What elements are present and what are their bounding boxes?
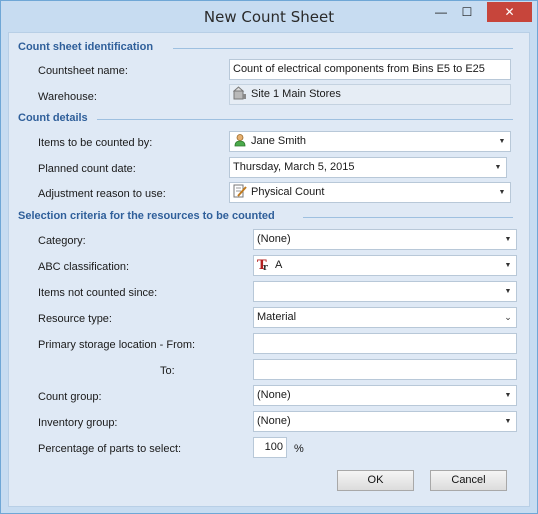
warehouse-field: Site 1 Main Stores (229, 84, 511, 105)
inventory-group-value: (None) (257, 415, 291, 427)
abc-classification-value: A (275, 259, 283, 271)
storage-from-input[interactable] (253, 333, 517, 354)
warehouse-label: Warehouse: (38, 91, 97, 103)
chevron-down-icon[interactable]: ▼ (490, 158, 506, 177)
chevron-down-icon[interactable]: ▼ (500, 282, 516, 301)
category-value: (None) (257, 233, 291, 245)
abc-classification-dropdown[interactable]: Tr A ▼ (253, 255, 517, 276)
section-heading-criteria: Selection criteria for the resources to … (18, 210, 275, 222)
abc-classification-label: ABC classification: (38, 261, 130, 273)
warehouse-icon (232, 86, 247, 100)
dialog-window: New Count Sheet — ☐ ✕ Count sheet identi… (0, 0, 538, 514)
storage-from-label: Primary storage location - From: (38, 339, 196, 351)
category-label: Category: (38, 235, 86, 247)
section-heading-identification: Count sheet identification (18, 41, 154, 53)
percentage-unit: % (294, 443, 304, 455)
chevron-down-icon[interactable]: ⌄ (500, 308, 516, 327)
count-date-label: Planned count date: (38, 163, 136, 175)
cancel-button[interactable]: Cancel (430, 470, 507, 491)
person-icon (233, 133, 247, 147)
abc-class-icon: Tr (257, 257, 271, 273)
close-button[interactable]: ✕ (487, 2, 532, 22)
document-pencil-icon (233, 184, 247, 198)
count-date-picker[interactable]: Thursday, March 5, 2015 ▼ (229, 157, 507, 178)
section-heading-details: Count details (18, 112, 88, 124)
warehouse-value: Site 1 Main Stores (251, 88, 341, 100)
ok-button[interactable]: OK (337, 470, 414, 491)
chevron-down-icon[interactable]: ▼ (500, 412, 516, 431)
countsheet-name-value: Count of electrical components from Bins… (233, 63, 485, 75)
adjustment-reason-value: Physical Count (251, 186, 325, 198)
not-counted-since-label: Items not counted since: (38, 287, 158, 299)
minimize-button[interactable]: — (431, 2, 451, 22)
count-group-value: (None) (257, 389, 291, 401)
maximize-button[interactable]: ☐ (457, 2, 477, 22)
chevron-down-icon[interactable]: ▼ (500, 386, 516, 405)
percentage-label: Percentage of parts to select: (38, 443, 182, 455)
resource-type-value: Material (257, 311, 297, 323)
count-group-label: Count group: (38, 391, 102, 403)
count-date-value: Thursday, March 5, 2015 (233, 161, 355, 173)
storage-to-input[interactable] (253, 359, 517, 380)
storage-to-label: To: (160, 365, 175, 377)
inventory-group-dropdown[interactable]: (None) ▼ (253, 411, 517, 432)
chevron-down-icon[interactable]: ▼ (500, 256, 516, 275)
section-divider (303, 217, 513, 218)
chevron-down-icon[interactable]: ▼ (494, 183, 510, 202)
counted-by-value: Jane Smith (251, 135, 307, 147)
title-bar: New Count Sheet — ☐ ✕ (1, 1, 537, 32)
adjustment-reason-label: Adjustment reason to use: (38, 188, 166, 200)
chevron-down-icon[interactable]: ▼ (494, 132, 510, 151)
section-divider (173, 48, 513, 49)
dialog-body: Count sheet identification Countsheet na… (8, 32, 530, 507)
section-divider (97, 119, 513, 120)
percentage-input[interactable]: 100 (253, 437, 287, 458)
not-counted-since-picker[interactable]: ▼ (253, 281, 517, 302)
percentage-value: 100 (264, 441, 283, 453)
countsheet-name-input[interactable]: Count of electrical components from Bins… (229, 59, 511, 80)
count-group-dropdown[interactable]: (None) ▼ (253, 385, 517, 406)
counted-by-label: Items to be counted by: (38, 137, 153, 149)
chevron-down-icon[interactable]: ▼ (500, 230, 516, 249)
resource-type-label: Resource type: (38, 313, 112, 325)
adjustment-reason-dropdown[interactable]: Physical Count ▼ (229, 182, 511, 203)
countsheet-name-label: Countsheet name: (38, 65, 128, 77)
inventory-group-label: Inventory group: (38, 417, 118, 429)
category-dropdown[interactable]: (None) ▼ (253, 229, 517, 250)
counted-by-dropdown[interactable]: Jane Smith ▼ (229, 131, 511, 152)
svg-text:r: r (263, 263, 268, 271)
resource-type-dropdown[interactable]: Material ⌄ (253, 307, 517, 328)
